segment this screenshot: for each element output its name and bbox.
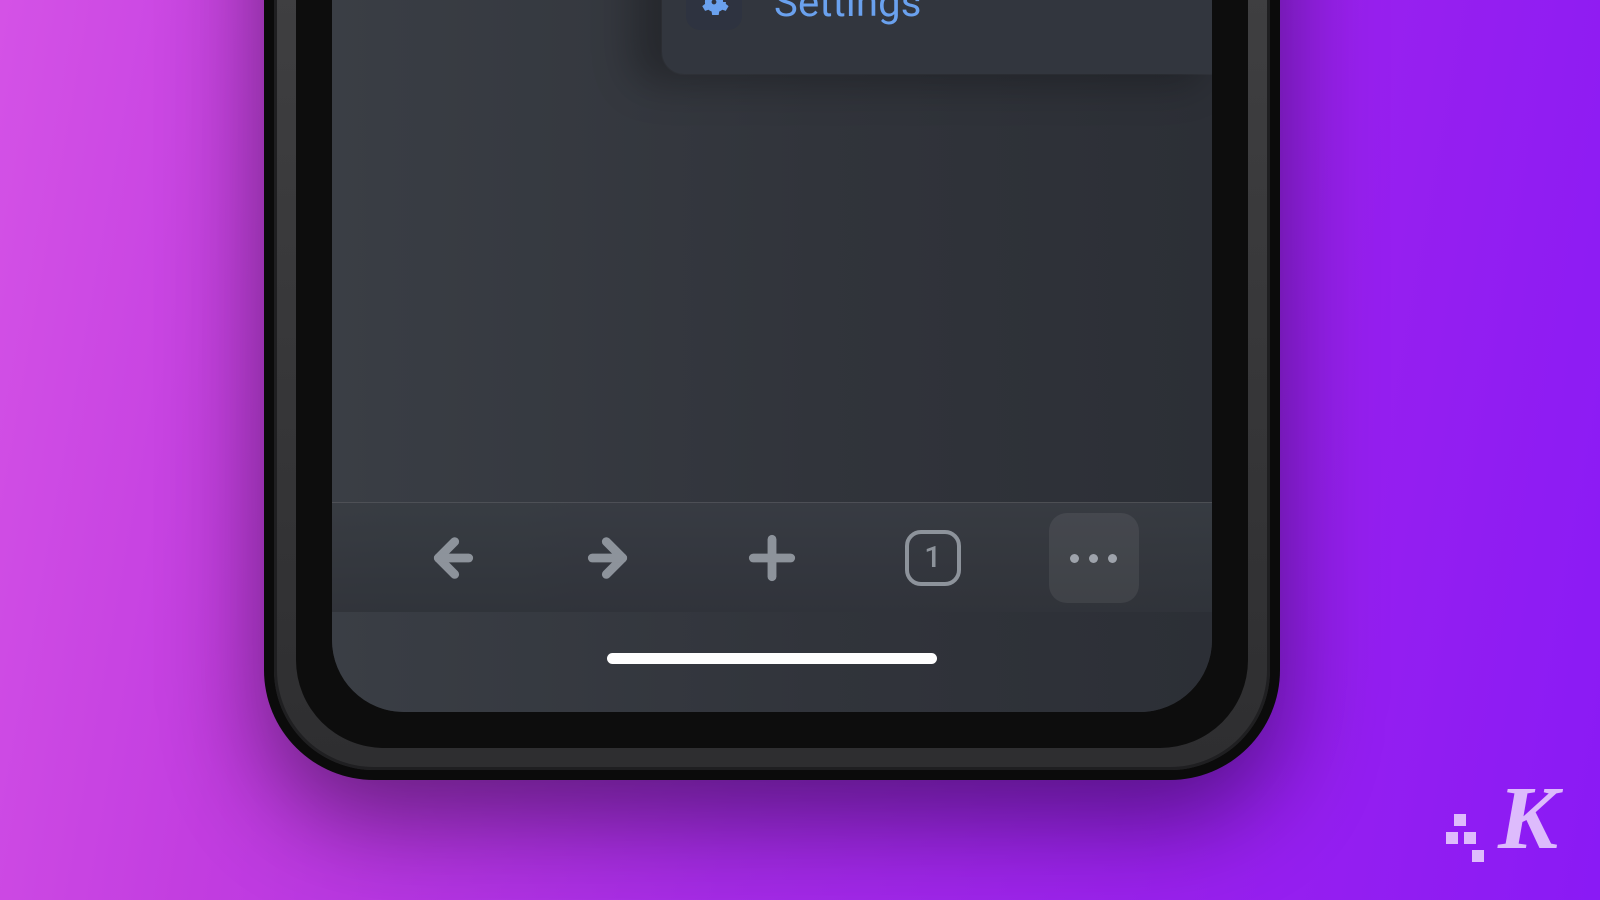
phone-frame: Bookmarks Reading Reading List bbox=[264, 0, 1280, 780]
menu-label: Settings bbox=[774, 0, 922, 26]
back-arrow-icon bbox=[422, 530, 478, 586]
forward-button[interactable] bbox=[566, 513, 656, 603]
phone-screen: Bookmarks Reading Reading List bbox=[332, 0, 1212, 712]
tab-count: 1 bbox=[924, 540, 941, 575]
settings-gear-icon bbox=[686, 0, 742, 30]
forward-arrow-icon bbox=[583, 530, 639, 586]
watermark-dots-icon bbox=[1446, 810, 1492, 870]
phone-bezel: Bookmarks Reading Reading List bbox=[274, 0, 1270, 770]
overflow-menu-button[interactable] bbox=[1049, 513, 1139, 603]
menu-item-settings[interactable]: Settings bbox=[662, 0, 1212, 56]
back-button[interactable] bbox=[405, 513, 495, 603]
phone-inner: Bookmarks Reading Reading List bbox=[296, 0, 1248, 748]
plus-icon bbox=[744, 530, 800, 586]
brand-watermark: K bbox=[1446, 767, 1558, 870]
tabs-count-icon: 1 bbox=[905, 530, 961, 586]
new-tab-button[interactable] bbox=[727, 513, 817, 603]
home-indicator[interactable] bbox=[607, 653, 937, 664]
more-dots-icon bbox=[1065, 548, 1122, 567]
overflow-menu-panel: Reading List Recent Tabs bbox=[662, 0, 1212, 74]
bottom-toolbar: 1 bbox=[332, 502, 1212, 612]
tabs-button[interactable]: 1 bbox=[888, 513, 978, 603]
watermark-letter: K bbox=[1498, 767, 1558, 870]
